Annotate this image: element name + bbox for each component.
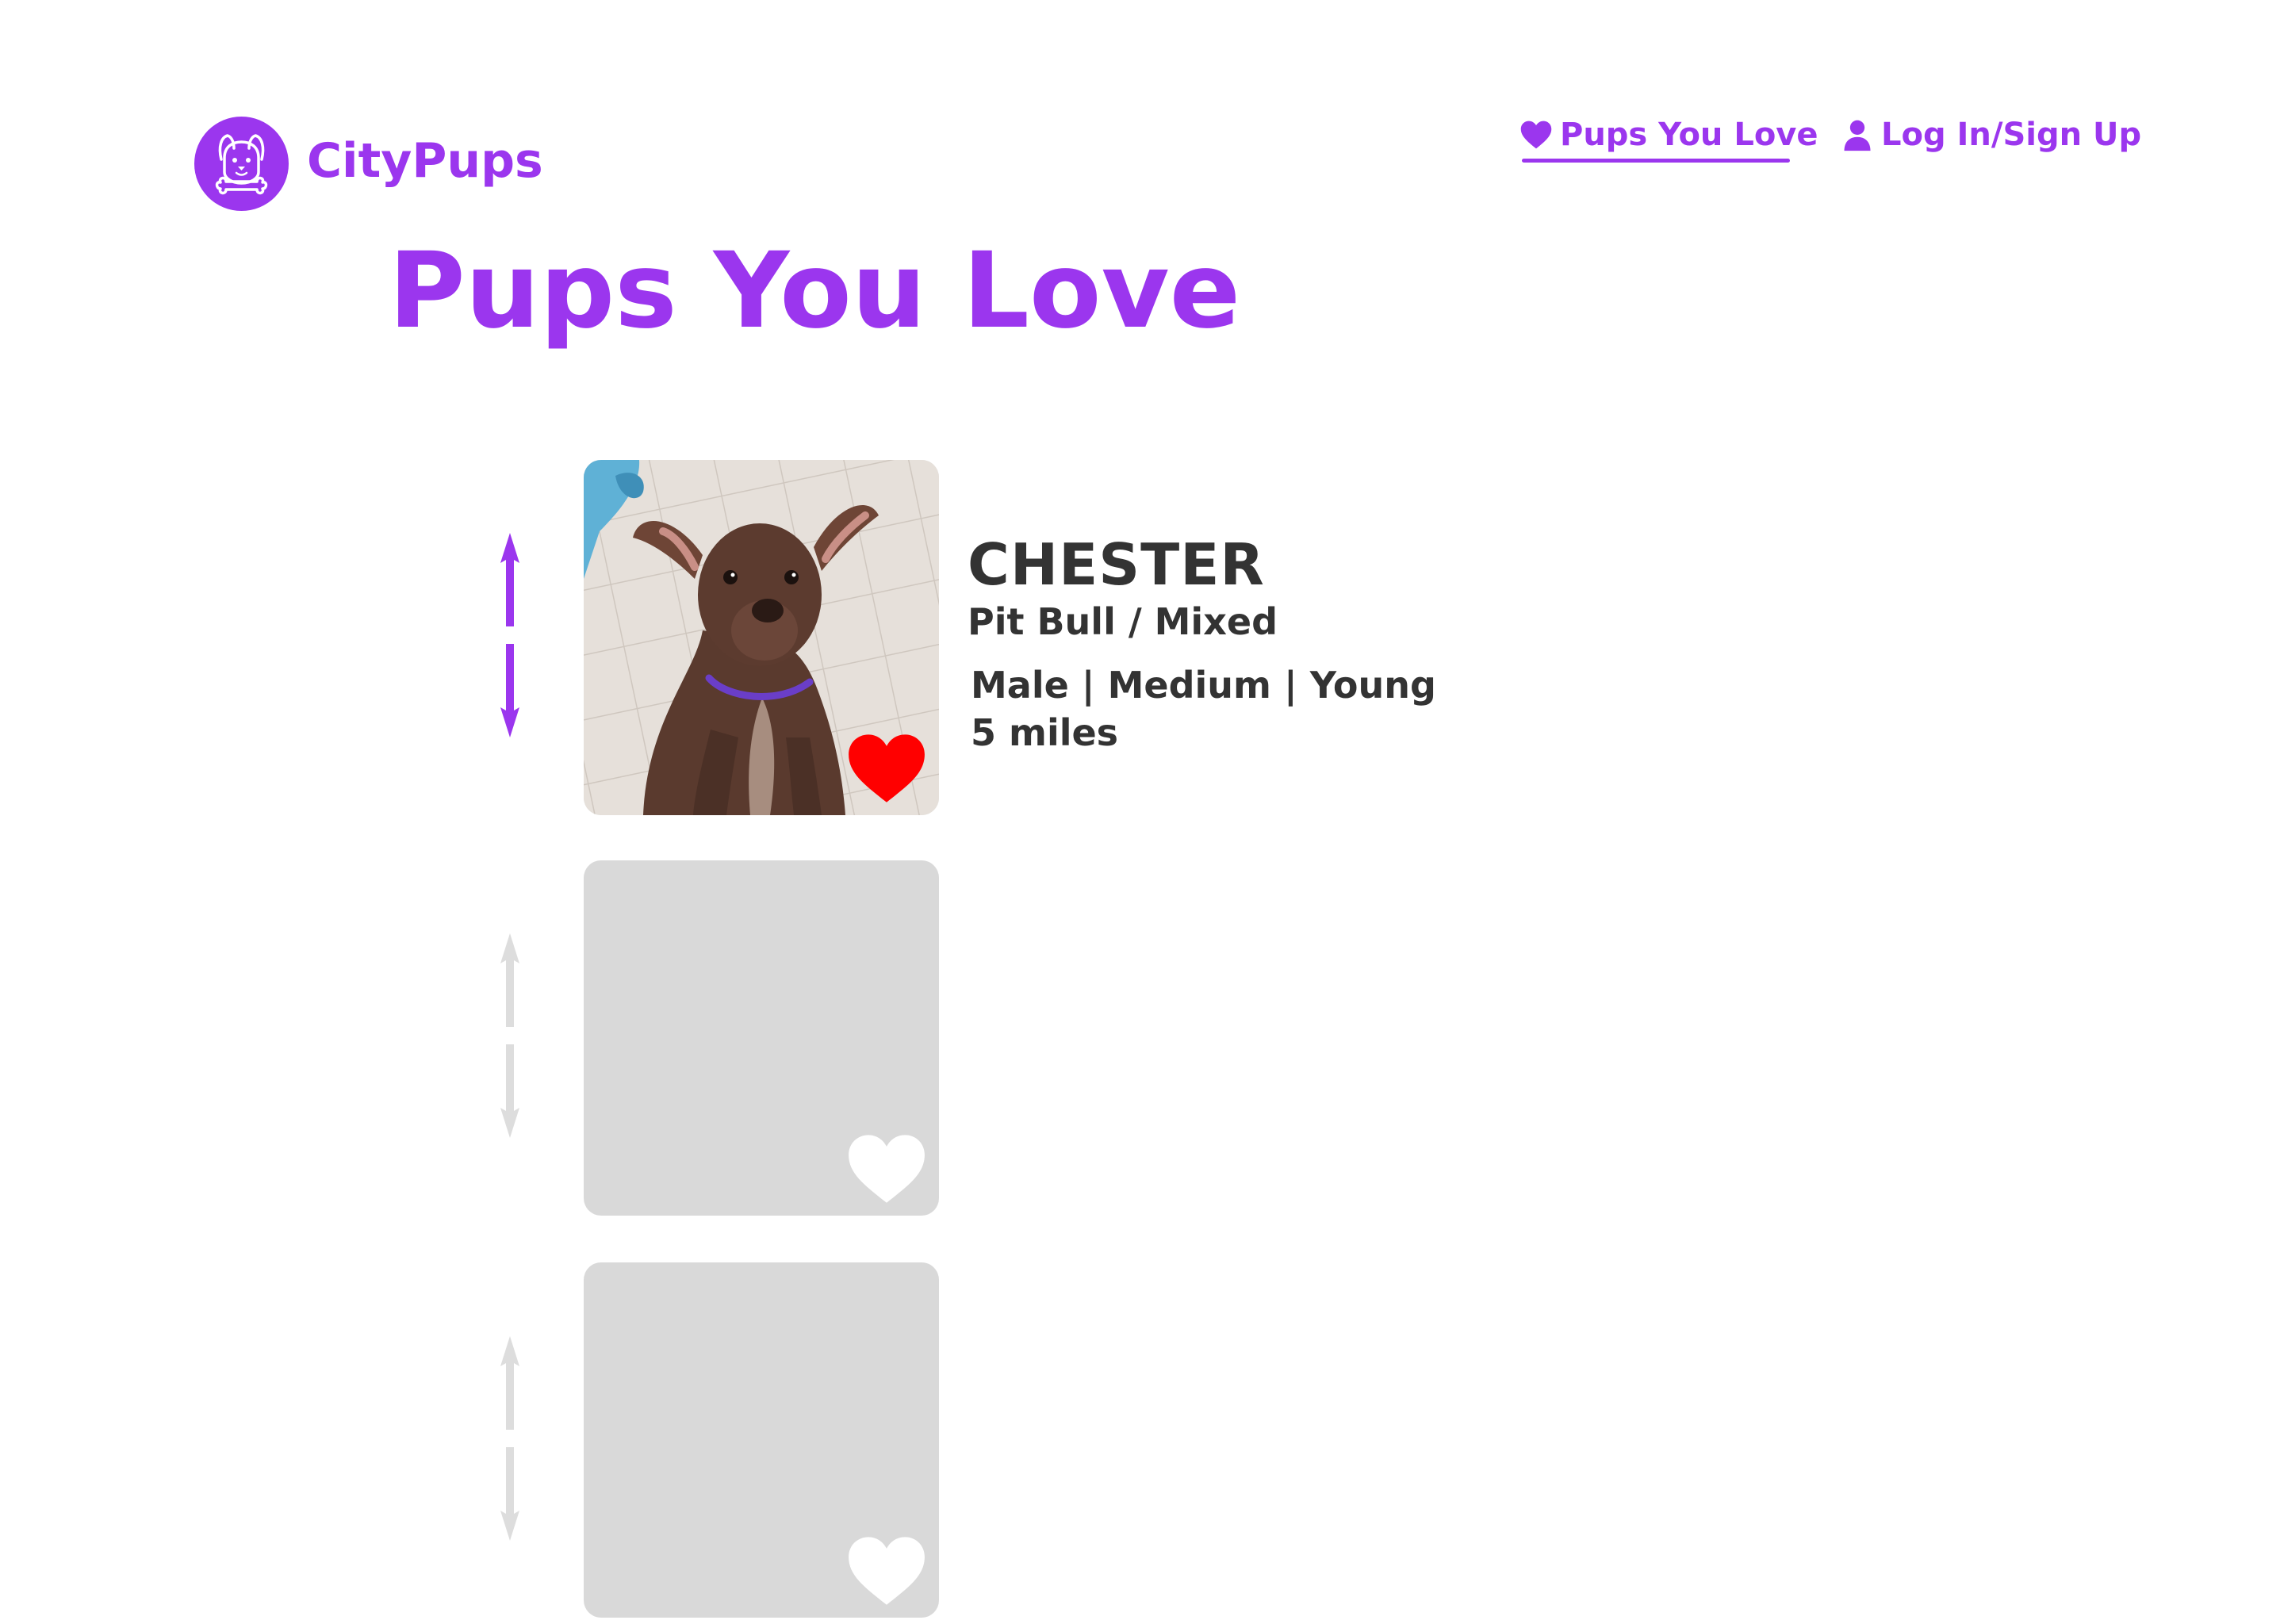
up-down-arrow-icon [500,533,519,737]
pup-name[interactable]: CHESTER [968,531,1265,598]
page-title: Pups You Love [389,230,1241,352]
pup-placeholder-card[interactable] [584,860,939,1216]
favorite-heart-button[interactable] [847,1132,926,1205]
up-down-arrow-icon [500,933,519,1138]
reorder-handle[interactable] [495,531,525,739]
up-down-arrow-icon [500,1336,519,1541]
active-nav-indicator [1522,159,1790,163]
brand-logo[interactable] [194,117,289,211]
user-icon [1840,117,1875,152]
brand-name[interactable]: CityPups [307,133,543,189]
nav-login-signup[interactable]: Log In/Sign Up [1840,111,2141,159]
heart-icon [1519,117,1554,152]
nav-pups-you-love-label: Pups You Love [1560,117,1818,153]
pup-breed: Pit Bull / Mixed [968,600,1278,643]
pup-distance: 5 miles [971,711,1119,754]
pup-traits: Male | Medium | Young [971,664,1436,707]
reorder-handle[interactable] [495,1335,525,1542]
dog-face-with-bone-icon [215,134,268,195]
reorder-handle[interactable] [495,932,525,1139]
favorite-heart-button[interactable] [847,1534,926,1607]
pups-you-love-page: CityPups Pups You Love Log In/Sign Up Pu… [0,0,2284,1624]
pup-placeholder-card[interactable] [584,1262,939,1618]
nav-login-signup-label: Log In/Sign Up [1881,117,2142,153]
nav-pups-you-love[interactable]: Pups You Love [1519,111,1818,159]
favorite-heart-button[interactable] [847,731,926,804]
pup-photo-card[interactable] [584,460,939,815]
